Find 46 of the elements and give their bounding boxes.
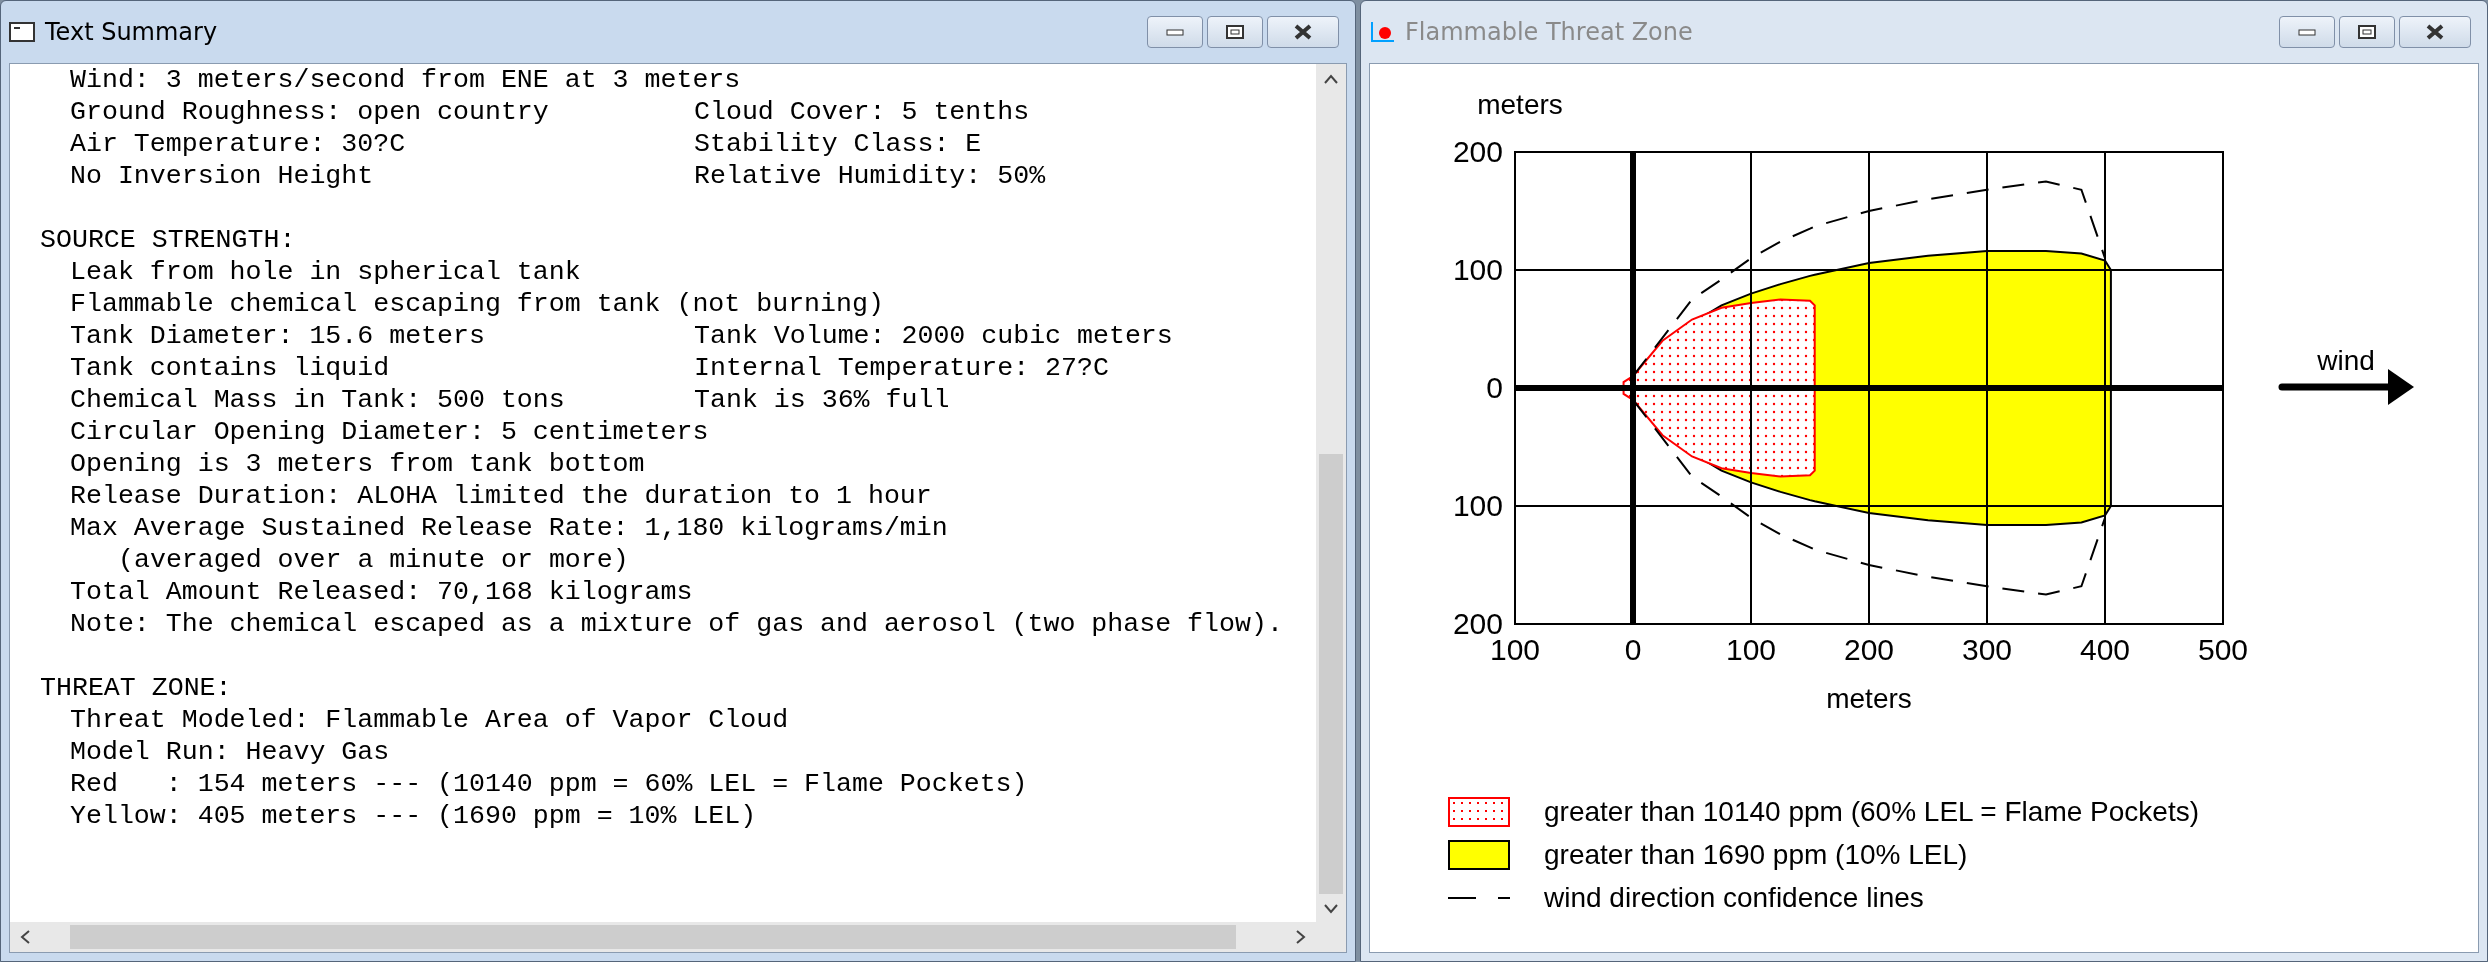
summary-line: Stability Class: E: [694, 128, 982, 160]
legend-label: wind direction confidence lines: [1544, 881, 1924, 914]
tick-label: 300: [1961, 633, 2013, 666]
window-title: Text Summary: [45, 18, 219, 46]
summary-line: Model Run: Heavy Gas: [70, 736, 390, 768]
summary-line: Internal Temperature: 27?C: [694, 352, 1109, 384]
summary-line: Tank Volume: 2000 cubic meters: [694, 320, 1173, 352]
summary-line: Tank is 36% full: [694, 384, 950, 416]
legend-label: greater than 10140 ppm (60% LEL = Flame Pockets): [1544, 795, 2199, 828]
tick-label: 100: [1725, 633, 1777, 666]
summary-line: Total Amount Released: 70,168 kilograms: [70, 576, 693, 608]
summary-line: Circular Opening Diameter: 5 centimeters: [70, 416, 709, 448]
summary-line: (averaged over a minute or more): [118, 544, 629, 576]
tick-label: 200: [1452, 135, 1503, 168]
summary-line: Ground Roughness: open country: [70, 96, 550, 128]
tick-label: 0: [1486, 371, 1503, 404]
summary-line: Threat Modeled: Flammable Area of Vapor Cloud: [70, 704, 789, 736]
summary-line: Flammable chemical escaping from tank (not burning): [70, 288, 884, 320]
window-title: Flammable Threat Zone: [1405, 18, 1694, 46]
section-heading: SOURCE STRENGTH:: [40, 224, 297, 256]
tick-label: 0: [1624, 633, 1642, 666]
legend-label: greater than 1690 ppm (10% LEL): [1544, 838, 1968, 871]
wind-label: wind: [2317, 345, 2375, 376]
summary-line: Note: The chemical escaped as a mixture of gas and aerosol (two phase flow).: [70, 608, 1283, 640]
summary-line: Cloud Cover: 5 tenths: [694, 96, 1030, 128]
summary-line: No Inversion Height: [70, 160, 375, 192]
summary-line: Wind: 3 meters/second from ENE at 3 meters: [70, 64, 741, 96]
tick-label: 100: [1452, 253, 1503, 286]
summary-line: Release Duration: ALOHA limited the duration to 1 hour: [70, 480, 932, 512]
summary-line: Opening is 3 meters from tank bottom: [70, 448, 645, 480]
tick-label: 100: [1452, 489, 1503, 522]
summary-line: Air Temperature: 30?C: [70, 128, 407, 160]
tick-label: 400: [2079, 633, 2131, 666]
summary-line: Relative Humidity: 50%: [694, 160, 1046, 192]
tick-label: 500: [2197, 633, 2249, 666]
summary-line: Leak from hole in spherical tank: [70, 256, 581, 288]
axis-label: meters: [1477, 89, 1563, 120]
summary-line: Yellow: 405 meters --- (1690 ppm = 10% LEL): [70, 800, 757, 832]
summary-line: Tank contains liquid: [70, 352, 391, 384]
summary-line: Chemical Mass in Tank: 500 tons: [70, 384, 566, 416]
section-heading: THREAT ZONE:: [40, 672, 233, 704]
summary-line: Tank Diameter: 15.6 meters: [70, 320, 486, 352]
axis-label: meters: [1826, 683, 1912, 714]
tick-label: 200: [1843, 633, 1895, 666]
summary-line: Red : 154 meters --- (10140 ppm = 60% LEL = Flame Pockets): [70, 768, 1028, 800]
summary-line: Max Average Sustained Release Rate: 1,180 kilograms/min: [70, 512, 948, 544]
